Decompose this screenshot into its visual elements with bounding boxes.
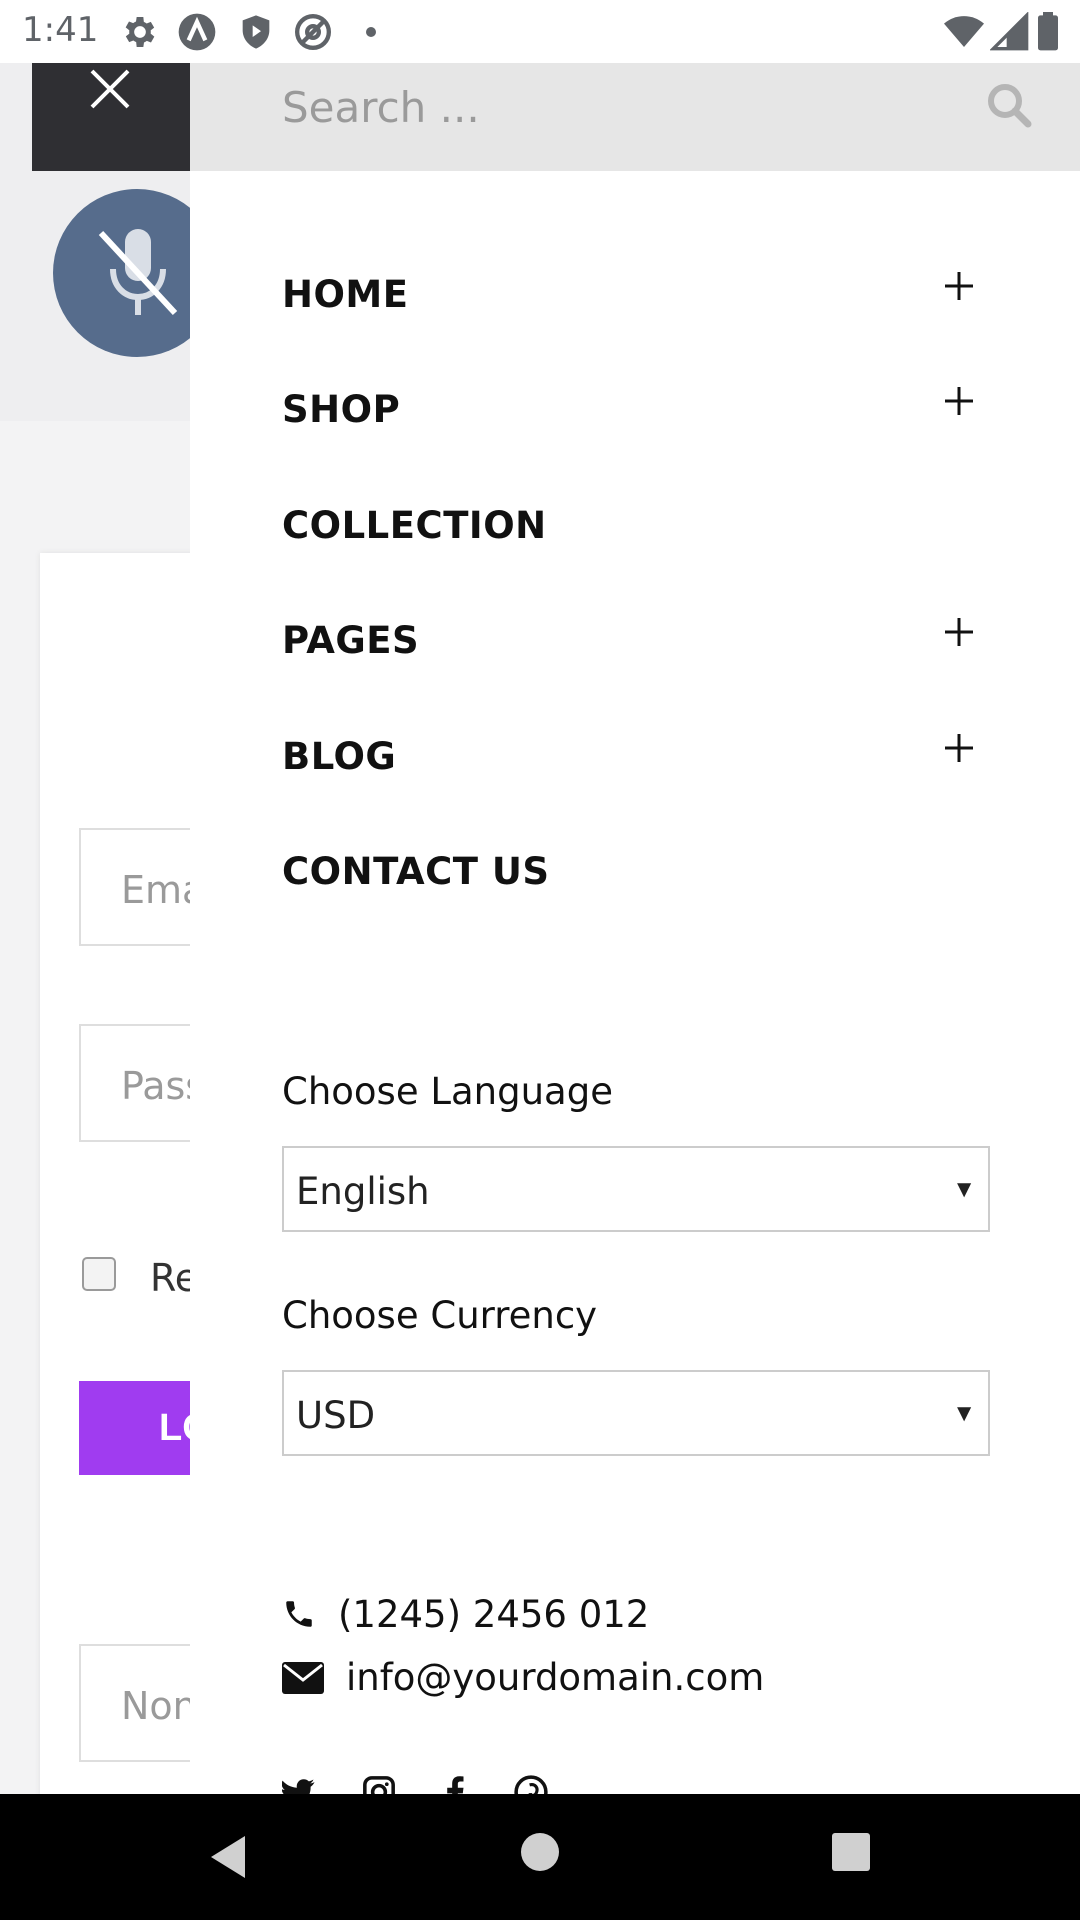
menu-item-label: SHOP	[282, 388, 401, 431]
menu-item-home[interactable]: HOME	[282, 272, 982, 333]
phone-text: (1245) 2456 012	[338, 1593, 650, 1636]
status-time: 1:41	[22, 10, 99, 50]
system-nav-bar	[0, 1794, 1080, 1920]
at-sign-icon	[295, 14, 331, 50]
menu-item-label: BLOG	[282, 735, 397, 778]
language-select[interactable]: English ▼	[282, 1146, 990, 1232]
shield-icon	[242, 15, 270, 49]
menu-item-shop[interactable]: SHOP	[282, 387, 982, 448]
side-drawer: HOME SHOP COLLECTION PAGES BLOG CONTACT …	[190, 63, 1080, 1794]
menu-item-label: HOME	[282, 273, 409, 316]
plus-icon[interactable]	[942, 384, 976, 418]
menu-item-contact-us[interactable]: CONTACT US	[282, 850, 982, 910]
dropdown-arrow-icon: ▼	[952, 1176, 976, 1203]
language-selected: English	[296, 1170, 430, 1213]
phone-icon	[286, 1601, 312, 1627]
currency-selected: USD	[296, 1394, 376, 1437]
close-icon	[90, 69, 130, 109]
menu-item-pages[interactable]: PAGES	[282, 618, 982, 679]
settings-icon	[125, 17, 155, 47]
battery-icon	[1038, 12, 1058, 51]
menu-item-label: COLLECTION	[282, 504, 547, 547]
signal-icon	[990, 12, 1029, 51]
instagram-icon[interactable]	[362, 1775, 396, 1794]
close-menu-button[interactable]	[32, 63, 190, 171]
a-icon	[178, 13, 216, 51]
wifi-icon	[944, 16, 984, 47]
notification-dot-icon	[366, 27, 376, 37]
search-icon[interactable]	[986, 82, 1032, 128]
search-input[interactable]	[282, 77, 922, 137]
plus-icon[interactable]	[942, 269, 976, 303]
dropdown-arrow-icon: ▼	[952, 1400, 976, 1427]
pinterest-icon[interactable]	[514, 1775, 548, 1794]
currency-select[interactable]: USD ▼	[282, 1370, 990, 1456]
search-bar	[190, 63, 1080, 171]
menu-item-label: CONTACT US	[282, 850, 550, 893]
email-text: info@yourdomain.com	[346, 1656, 765, 1699]
remember-checkbox[interactable]	[82, 1257, 116, 1291]
plus-icon[interactable]	[942, 615, 976, 649]
menu-item-blog[interactable]: BLOG	[282, 734, 982, 795]
envelope-icon	[282, 1662, 324, 1694]
currency-label: Choose Currency	[282, 1294, 598, 1337]
home-button-icon[interactable]	[520, 1832, 560, 1872]
twitter-icon[interactable]	[282, 1775, 316, 1794]
back-button-icon[interactable]	[205, 1832, 251, 1882]
menu-item-collection[interactable]: COLLECTION	[282, 504, 982, 564]
mic-off-icon	[98, 229, 178, 316]
recents-button-icon[interactable]	[831, 1832, 871, 1872]
facebook-icon[interactable]	[442, 1775, 468, 1794]
language-label: Choose Language	[282, 1070, 613, 1113]
status-bar: 1:41	[0, 0, 1080, 63]
plus-icon[interactable]	[942, 731, 976, 765]
menu-item-label: PAGES	[282, 619, 420, 662]
